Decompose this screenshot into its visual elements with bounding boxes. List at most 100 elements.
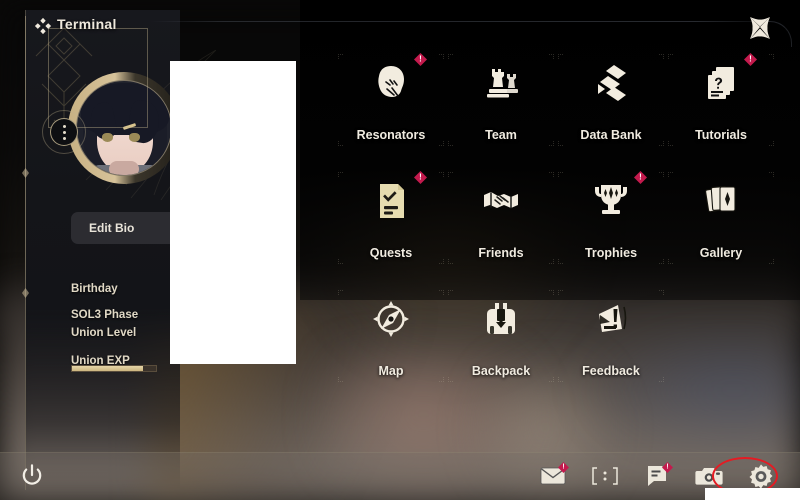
chess-pieces-icon: [478, 60, 524, 106]
backpack-icon: [478, 296, 524, 342]
panel-rail: [25, 16, 26, 448]
tile-corner-marker: [549, 259, 554, 264]
notification-badge: !: [634, 171, 647, 184]
menu-tile-label: Backpack: [471, 364, 531, 378]
menu-tile-map[interactable]: Map: [336, 288, 446, 392]
menu-tile-label: Resonators: [356, 128, 426, 142]
tile-corner-marker: [338, 54, 343, 59]
tile-corner-marker: [659, 141, 664, 146]
window-title: Terminal: [57, 16, 117, 32]
character-head-icon: [368, 60, 414, 106]
tile-corner-marker: [338, 259, 343, 264]
menu-tile-trophies[interactable]: ! Trophies: [556, 170, 666, 274]
cards-icon: [698, 178, 744, 224]
tile-corner-marker: [439, 290, 444, 295]
menu-tile-label: Friends: [478, 246, 524, 260]
menu-tile-friends[interactable]: Friends: [446, 170, 556, 274]
settings-button[interactable]: [746, 462, 776, 490]
notification-badge: !: [744, 53, 757, 66]
handshake-icon: [478, 178, 524, 224]
tile-corner-marker: [558, 54, 563, 59]
profile-options-button[interactable]: [50, 118, 78, 146]
tile-corner-marker: [549, 54, 554, 59]
four-diamonds-icon: [34, 17, 52, 35]
menu-tile-team[interactable]: Team: [446, 52, 556, 156]
menu-tile-gallery[interactable]: Gallery: [666, 170, 776, 274]
tile-corner-marker: [338, 172, 343, 177]
quest-scroll-icon: [368, 178, 414, 224]
badge-text: !: [639, 172, 642, 181]
notification-badge: !: [414, 171, 427, 184]
tile-corner-marker: [659, 172, 664, 177]
close-button[interactable]: [746, 14, 774, 42]
power-icon: [22, 464, 42, 485]
messages-button[interactable]: !: [642, 462, 673, 490]
tile-corner-marker: [668, 54, 673, 59]
compass-icon: [368, 296, 414, 342]
badge-text: !: [749, 54, 752, 63]
menu-tile-label: Gallery: [699, 246, 743, 260]
bracket-dots-icon: [592, 467, 618, 485]
tile-corner-marker: [558, 141, 563, 146]
tile-corner-marker: [549, 377, 554, 382]
gear-icon: [749, 464, 773, 489]
camera-button[interactable]: [694, 462, 724, 490]
tile-corner-marker: [769, 141, 774, 146]
union-exp-bar: [71, 365, 157, 372]
tile-corner-marker: [448, 54, 453, 59]
menu-tile-label: Tutorials: [695, 128, 747, 142]
menu-tile-label: Team: [485, 128, 517, 142]
data-bank-icon: [588, 60, 634, 106]
menu-tile-label: Feedback: [582, 364, 640, 378]
menu-tile-backpack[interactable]: Backpack: [446, 288, 556, 392]
tile-corner-marker: [439, 259, 444, 264]
menu-tile-data-bank[interactable]: Data Bank: [556, 52, 666, 156]
tile-corner-marker: [549, 141, 554, 146]
tile-corner-marker: [439, 54, 444, 59]
tile-corner-marker: [338, 290, 343, 295]
menu-tile-resonators[interactable]: ! Resonators: [336, 52, 446, 156]
tile-corner-marker: [558, 377, 563, 382]
menu-tile-label: Data Bank: [580, 128, 642, 142]
menu-tile-tutorials[interactable]: ! Tutorials: [666, 52, 776, 156]
tile-corner-marker: [668, 141, 673, 146]
tile-corner-marker: [448, 172, 453, 177]
main-menu-grid: ! Resonators Team Data Bank ! Tutorials: [336, 52, 776, 392]
tile-corner-marker: [659, 377, 664, 382]
more-button[interactable]: [590, 462, 620, 490]
tile-corner-marker: [549, 172, 554, 177]
tile-corner-marker: [439, 141, 444, 146]
tile-corner-marker: [769, 259, 774, 264]
mail-button[interactable]: !: [538, 462, 569, 490]
feedback-icon: [588, 296, 634, 342]
menu-tile-label: Quests: [369, 246, 413, 260]
white-overlay-panel: [170, 61, 296, 364]
tile-corner-marker: [448, 141, 453, 146]
tile-corner-marker: [659, 54, 664, 59]
tile-corner-marker: [549, 290, 554, 295]
power-button[interactable]: [18, 462, 46, 490]
header-divider: [150, 21, 770, 22]
star-x-close-icon: [750, 17, 770, 39]
camera-icon: [695, 468, 723, 485]
tile-corner-marker: [659, 259, 664, 264]
menu-tile-label: Map: [378, 364, 404, 378]
tile-corner-marker: [448, 259, 453, 264]
question-pages-icon: [698, 60, 744, 106]
tile-corner-marker: [769, 172, 774, 177]
tile-corner-marker: [448, 377, 453, 382]
tile-corner-marker: [439, 377, 444, 382]
white-overlay-strip: [705, 488, 800, 500]
menu-tile-feedback[interactable]: Feedback: [556, 288, 666, 392]
menu-tile-quests[interactable]: ! Quests: [336, 170, 446, 274]
badge-text: !: [666, 463, 669, 471]
trophy-icon: [588, 178, 634, 224]
tile-corner-marker: [338, 141, 343, 146]
tile-corner-marker: [558, 259, 563, 264]
tile-corner-marker: [668, 172, 673, 177]
tile-corner-marker: [448, 290, 453, 295]
profile-panel: Edit Bio Birthday SOL3 Phase Union Level…: [25, 10, 216, 490]
badge-text: !: [419, 172, 422, 181]
tile-corner-marker: [338, 377, 343, 382]
tile-corner-marker: [439, 172, 444, 177]
